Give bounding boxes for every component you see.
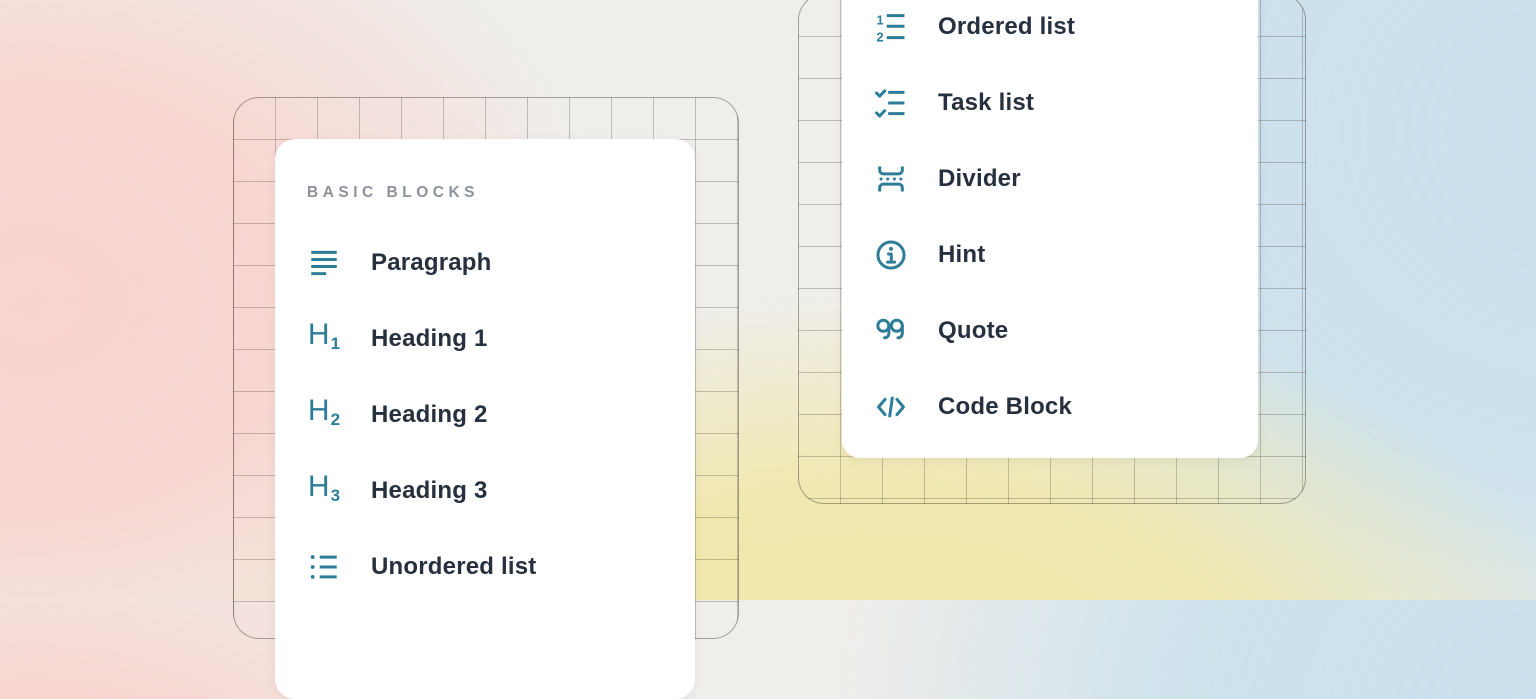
menu-item-label: Code Block (938, 393, 1072, 421)
menu-item-divider[interactable]: Divider (874, 141, 1258, 217)
quote-icon (874, 314, 908, 348)
heading-3-icon: H3 (307, 474, 341, 508)
task-list-icon (874, 86, 908, 120)
menu-item-label: Ordered list (938, 13, 1075, 41)
section-label-basic-blocks: BASIC BLOCKS (307, 173, 695, 213)
menu-item-heading-2[interactable]: H2 Heading 2 (307, 377, 695, 453)
paragraph-icon (307, 246, 341, 280)
menu-item-hint[interactable]: Hint (874, 217, 1258, 293)
menu-item-label: Heading 2 (371, 401, 488, 429)
menu-item-heading-1[interactable]: H1 Heading 1 (307, 301, 695, 377)
menu-item-label: Heading 3 (371, 477, 488, 505)
menu-item-label: Heading 1 (371, 325, 488, 353)
menu-item-code-block[interactable]: Code Block (874, 369, 1258, 445)
unordered-list-icon (307, 550, 341, 584)
heading-1-icon: H1 (307, 322, 341, 356)
menu-item-label: Task list (938, 89, 1034, 117)
menu-item-label: Paragraph (371, 249, 492, 277)
code-block-icon (874, 390, 908, 424)
menu-item-label: Quote (938, 317, 1008, 345)
menu-item-label: Unordered list (371, 553, 537, 581)
menu-item-heading-3[interactable]: H3 Heading 3 (307, 453, 695, 529)
heading-2-icon: H2 (307, 398, 341, 432)
menu-item-paragraph[interactable]: Paragraph (307, 225, 695, 301)
svg-text:2: 2 (877, 30, 884, 44)
menu-item-task-list[interactable]: Task list (874, 65, 1258, 141)
menu-item-unordered-list[interactable]: Unordered list (307, 529, 695, 605)
blocks-menu-continued: 1 2 Ordered list Task list Divider (842, 0, 1258, 458)
menu-item-label: Divider (938, 165, 1021, 193)
ordered-list-icon: 1 2 (874, 10, 908, 44)
menu-item-ordered-list[interactable]: 1 2 Ordered list (874, 0, 1258, 65)
divider-icon (874, 162, 908, 196)
menu-item-label: Hint (938, 241, 985, 269)
basic-blocks-menu: BASIC BLOCKS Paragraph H1 Heading 1 H2 H… (275, 139, 695, 699)
menu-item-quote[interactable]: Quote (874, 293, 1258, 369)
hint-icon (874, 238, 908, 272)
svg-text:1: 1 (877, 12, 884, 27)
